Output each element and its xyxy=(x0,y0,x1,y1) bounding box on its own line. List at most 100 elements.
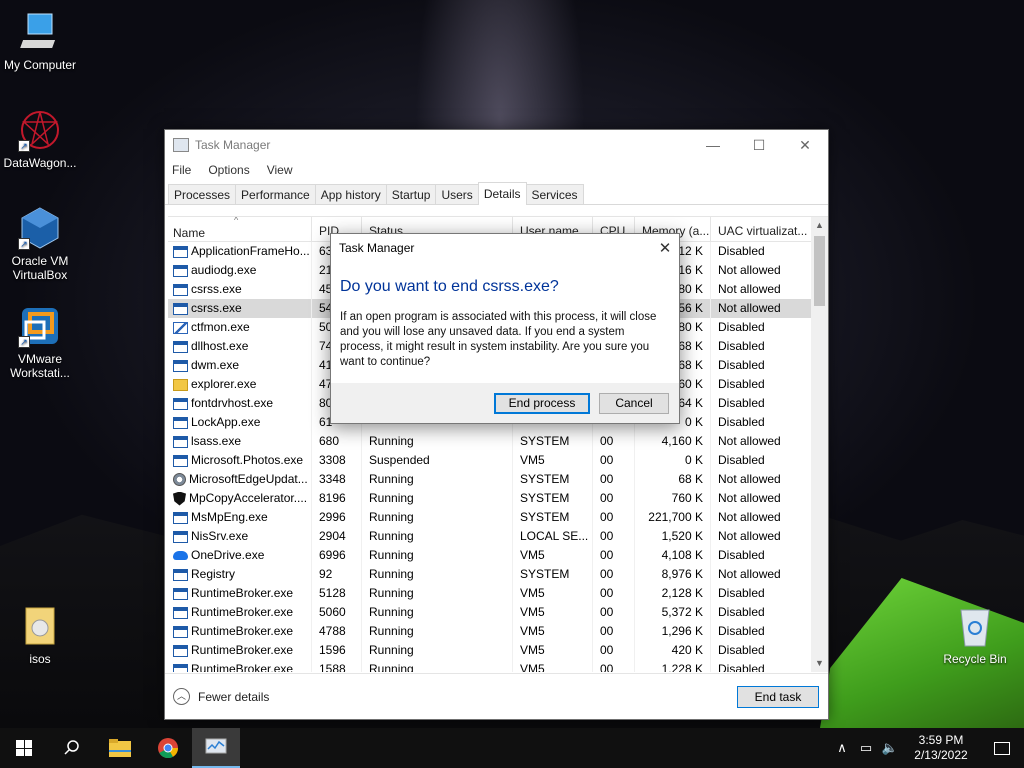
cell-uac: Disabled xyxy=(711,622,812,641)
vertical-scrollbar[interactable]: ▲ ▼ xyxy=(811,217,828,672)
cell-uac: Disabled xyxy=(711,660,812,672)
cell-status: Running xyxy=(362,622,513,641)
volume-icon[interactable]: 🔈 xyxy=(878,740,902,756)
process-name: RuntimeBroker.exe xyxy=(191,605,294,619)
cell-uac: Not allowed xyxy=(711,470,812,489)
menu-options[interactable]: Options xyxy=(208,163,249,177)
process-icon xyxy=(173,416,188,429)
column-header-uac[interactable]: UAC virtualizat... xyxy=(711,217,812,241)
table-row[interactable]: Microsoft.Photos.exe 3308 Suspended VM5 00 0 … xyxy=(168,451,828,470)
cell-user: VM5 xyxy=(513,660,593,672)
table-row[interactable]: MpCopyAccelerator.... 8196 Running SYSTEM 00… xyxy=(168,489,828,508)
tab-services[interactable]: Services xyxy=(525,184,584,204)
close-button[interactable]: ✕ xyxy=(782,130,828,160)
cell-memory: 8,976 K xyxy=(635,565,711,584)
cell-pid: 5128 xyxy=(312,584,362,603)
table-row[interactable]: MicrosoftEdgeUpdat... 3348 Running SYSTEM 00… xyxy=(168,470,828,489)
tab-users[interactable]: Users xyxy=(435,184,479,204)
cell-uac: Disabled xyxy=(711,337,812,356)
search-icon xyxy=(64,740,79,755)
dialog-close-icon[interactable]: ✕ xyxy=(651,239,679,257)
task-manager-icon xyxy=(173,138,189,152)
clock[interactable]: 3:59 PM 2/13/2022 xyxy=(902,733,980,763)
cell-status: Running xyxy=(362,508,513,527)
notification-icon xyxy=(994,741,1010,755)
scroll-thumb[interactable] xyxy=(814,236,825,306)
table-row[interactable]: OneDrive.exe 6996 Running VM5 00 4,108 K Disab… xyxy=(168,546,828,565)
cell-user: SYSTEM xyxy=(513,432,593,451)
menu-file[interactable]: File xyxy=(172,163,191,177)
cell-memory: 1,520 K xyxy=(635,527,711,546)
cell-memory: 760 K xyxy=(635,489,711,508)
process-name: csrss.exe xyxy=(191,301,242,315)
network-icon[interactable]: ▭ xyxy=(854,740,878,756)
cell-user: VM5 xyxy=(513,622,593,641)
desktop-icon-recycle-bin[interactable]: Recycle Bin xyxy=(935,604,1015,666)
end-process-button[interactable]: End process xyxy=(494,393,590,414)
cell-pid: 2904 xyxy=(312,527,362,546)
desktop-icon-isos[interactable]: isos xyxy=(0,604,80,666)
taskbar-task-manager[interactable] xyxy=(192,728,240,768)
desktop-icon-virtualbox[interactable]: ↗ Oracle VM VirtualBox xyxy=(0,206,80,282)
process-icon xyxy=(173,359,188,372)
shortcut-arrow-icon: ↗ xyxy=(18,140,30,152)
tab-details[interactable]: Details xyxy=(477,182,527,205)
end-task-button[interactable]: End task xyxy=(737,686,819,708)
process-icon xyxy=(173,663,188,672)
tab-startup[interactable]: Startup xyxy=(385,184,437,204)
desktop-icon-datawagon[interactable]: ↗ DataWagon... xyxy=(0,108,80,170)
tab-performance[interactable]: Performance xyxy=(235,184,316,204)
scroll-down-icon[interactable]: ▼ xyxy=(811,655,828,672)
table-row[interactable]: Registry 92 Running SYSTEM 00 8,976 K Not allo… xyxy=(168,565,828,584)
cell-name: csrss.exe xyxy=(168,280,312,299)
table-row[interactable]: RuntimeBroker.exe 1588 Running VM5 00 1,228 K… xyxy=(168,660,828,672)
title-bar[interactable]: Task Manager — ☐ ✕ xyxy=(165,130,828,160)
process-name: MicrosoftEdgeUpdat... xyxy=(189,472,308,486)
table-row[interactable]: RuntimeBroker.exe 5060 Running VM5 00 5,372 K… xyxy=(168,603,828,622)
search-button[interactable] xyxy=(48,728,96,768)
tab-processes[interactable]: Processes xyxy=(168,184,237,204)
table-row[interactable]: MsMpEng.exe 2996 Running SYSTEM 00 221,700 KN… xyxy=(168,508,828,527)
process-name: ctfmon.exe xyxy=(191,320,250,334)
desktop-icon-my-computer[interactable]: My Computer xyxy=(0,10,80,72)
fewer-details-button[interactable]: ︿ Fewer details xyxy=(173,688,269,705)
footer: ︿ Fewer details End task xyxy=(165,673,828,719)
table-row[interactable]: NisSrv.exe 2904 Running LOCAL SE... 00 1,520 … xyxy=(168,527,828,546)
tab-app-history[interactable]: App history xyxy=(314,184,387,204)
process-name: audiodg.exe xyxy=(191,263,257,277)
column-header-name[interactable]: Name xyxy=(168,217,312,241)
process-icon xyxy=(173,435,188,448)
system-tray: ∧ ▭ 🔈 3:59 PM 2/13/2022 xyxy=(830,728,1024,768)
cell-pid: 680 xyxy=(312,432,362,451)
start-button[interactable] xyxy=(0,728,48,768)
cell-name: explorer.exe xyxy=(168,375,312,394)
cell-pid: 8196 xyxy=(312,489,362,508)
table-row[interactable]: RuntimeBroker.exe 1596 Running VM5 00 420 K Di… xyxy=(168,641,828,660)
taskbar-file-explorer[interactable] xyxy=(96,728,144,768)
folder-icon xyxy=(109,739,131,757)
cell-status: Running xyxy=(362,603,513,622)
dialog-title-bar[interactable]: Task Manager ✕ xyxy=(331,234,679,262)
notification-button[interactable] xyxy=(980,741,1024,755)
table-row[interactable]: RuntimeBroker.exe 4788 Running VM5 00 1,296 K… xyxy=(168,622,828,641)
cell-memory: 2,128 K xyxy=(635,584,711,603)
cell-pid: 1596 xyxy=(312,641,362,660)
cell-uac: Not allowed xyxy=(711,508,812,527)
minimize-button[interactable]: — xyxy=(690,130,736,160)
cell-status: Running xyxy=(362,584,513,603)
table-row[interactable]: RuntimeBroker.exe 5128 Running VM5 00 2,128 K… xyxy=(168,584,828,603)
table-row[interactable]: lsass.exe 680 Running SYSTEM 00 4,160 K Not al… xyxy=(168,432,828,451)
chevron-up-icon[interactable]: ∧ xyxy=(830,740,854,756)
taskbar-chrome[interactable] xyxy=(144,728,192,768)
scroll-up-icon[interactable]: ▲ xyxy=(811,217,828,234)
cancel-button[interactable]: Cancel xyxy=(599,393,669,414)
maximize-button[interactable]: ☐ xyxy=(736,130,782,160)
cell-cpu: 00 xyxy=(593,603,635,622)
cell-status: Running xyxy=(362,489,513,508)
shield-icon xyxy=(173,491,186,506)
process-name: OneDrive.exe xyxy=(191,548,265,562)
process-name: LockApp.exe xyxy=(191,415,261,429)
desktop-icon-vmware[interactable]: ↗ VMware Workstati... xyxy=(0,304,80,380)
process-name: csrss.exe xyxy=(191,282,242,296)
menu-view[interactable]: View xyxy=(267,163,293,177)
